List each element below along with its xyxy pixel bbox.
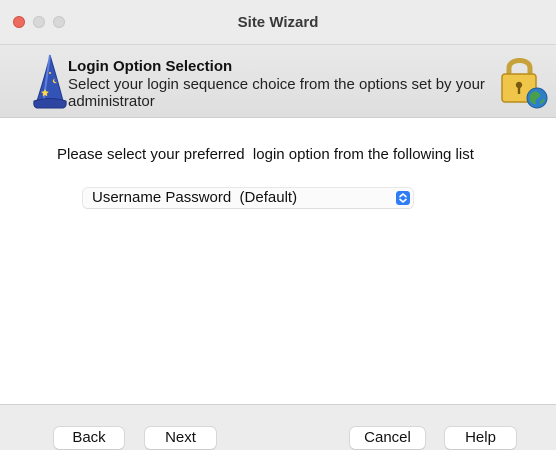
wizard-footer: Back Next Cancel Help [0,404,556,450]
login-option-select-value: Username Password (Default) [92,189,298,206]
cancel-button[interactable]: Cancel [350,427,425,449]
wizard-content: Please select your preferred login optio… [0,118,556,404]
login-option-select[interactable]: Username Password (Default) [83,188,413,208]
help-button[interactable]: Help [445,427,516,449]
site-wizard-window: Site Wizard Login Option Selection Selec… [0,0,556,450]
header-title: Login Option Selection [68,58,233,75]
title-bar: Site Wizard [0,0,556,45]
wizard-hat-icon [33,54,67,109]
chevron-updown-icon [396,191,410,205]
lock-globe-icon [501,58,548,109]
header-description: Select your login sequence choice from t… [68,76,485,110]
back-button[interactable]: Back [54,427,124,449]
wizard-header: Login Option Selection Select your login… [0,45,556,118]
next-button[interactable]: Next [145,427,216,449]
selection-prompt: Please select your preferred login optio… [57,146,474,163]
window-title: Site Wizard [237,14,319,31]
